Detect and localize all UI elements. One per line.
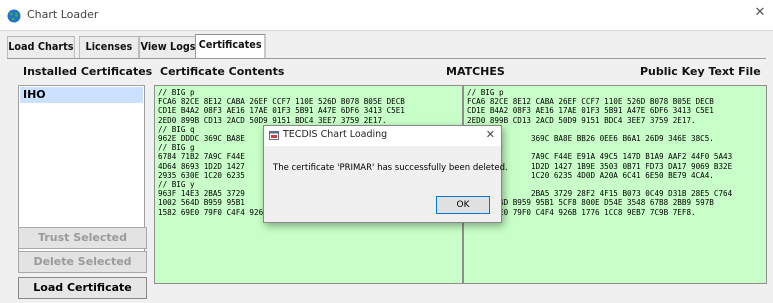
public-key-pane[interactable]: // BIG p FCA6 82CE 8E12 CABA 26EF CCF7 1…: [463, 85, 767, 284]
tab-divider: [7, 58, 766, 59]
ok-button[interactable]: OK: [436, 196, 490, 214]
dialog-title-bar: TECDIS Chart Loading ✕: [264, 126, 501, 146]
tab-view-logs[interactable]: View Logs: [139, 36, 198, 58]
tab-load-charts[interactable]: Load Charts: [7, 36, 75, 58]
list-item[interactable]: IHO: [20, 87, 143, 103]
globe-icon: [7, 9, 21, 23]
window-icon: [269, 131, 279, 140]
title-bar: Chart Loader ✕: [0, 0, 773, 31]
matches-header: MATCHES: [446, 65, 505, 78]
installed-certificates-header: Installed Certificates: [23, 65, 153, 78]
delete-selected-button[interactable]: Delete Selected: [18, 251, 147, 273]
close-icon[interactable]: ✕: [753, 6, 767, 20]
dialog-message: The certificate 'PRIMAR' has successfull…: [273, 163, 508, 173]
public-key-header: Public Key Text File: [640, 65, 761, 78]
dialog-close-icon[interactable]: ✕: [486, 128, 495, 141]
tab-certificates[interactable]: Certificates: [195, 34, 266, 58]
dialog-title: TECDIS Chart Loading: [283, 129, 388, 140]
window-title: Chart Loader: [27, 8, 99, 21]
load-certificate-button[interactable]: Load Certificate: [18, 277, 147, 299]
certificate-contents-header: Certificate Contents: [160, 65, 285, 78]
trust-selected-button[interactable]: Trust Selected: [18, 227, 147, 249]
message-dialog: TECDIS Chart Loading ✕ The certificate '…: [263, 125, 508, 223]
tab-licenses[interactable]: Licenses: [79, 36, 139, 58]
public-key-text: // BIG p FCA6 82CE 8E12 CABA 26EF CCF7 1…: [467, 88, 733, 217]
